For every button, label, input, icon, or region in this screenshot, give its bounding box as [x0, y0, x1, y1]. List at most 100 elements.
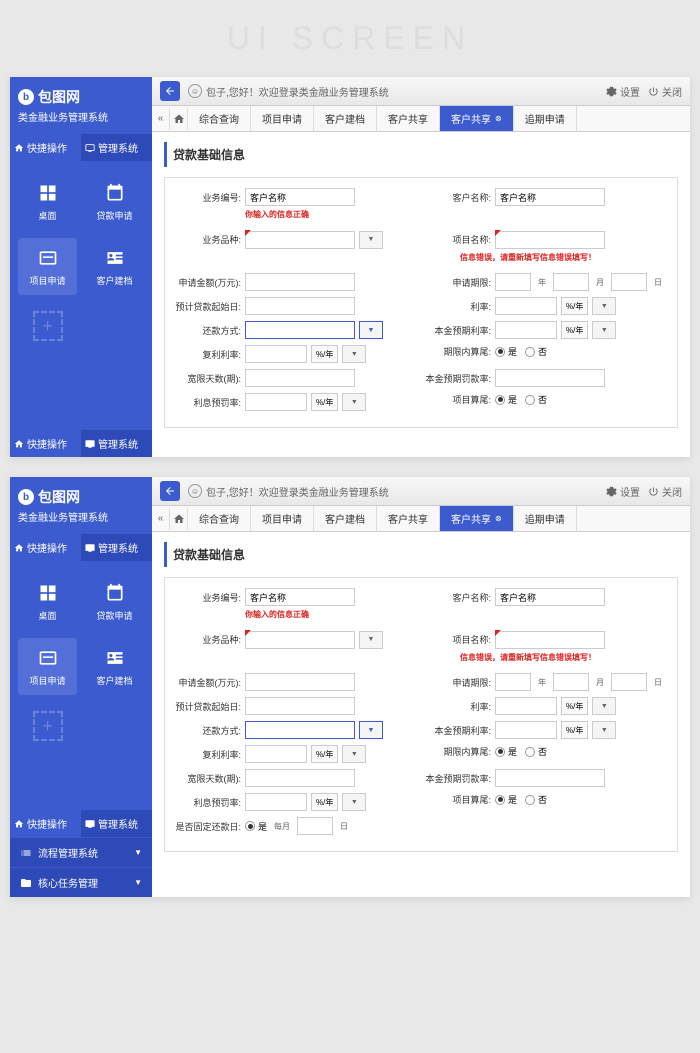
input-loan-start[interactable]: [245, 297, 355, 315]
tab-query[interactable]: 综合查询: [188, 106, 251, 131]
sidebar-tab-quick[interactable]: 快捷操作: [10, 134, 81, 161]
select-rate[interactable]: ▼: [592, 297, 616, 315]
radio-yes[interactable]: 是: [495, 793, 517, 806]
select-repay-method[interactable]: ▼: [359, 721, 383, 739]
select-repay-method[interactable]: ▼: [359, 321, 383, 339]
quick-item-desktop[interactable]: 桌面: [18, 173, 77, 230]
close-icon[interactable]: ⊗: [495, 514, 502, 523]
input-biz-no[interactable]: [245, 188, 355, 206]
sidebar-tab-quick[interactable]: 快捷操作: [10, 534, 81, 561]
input-repay-method[interactable]: [245, 321, 355, 339]
tab-client-share-active[interactable]: 客户共享 ⊗: [440, 106, 514, 131]
input-period-year[interactable]: [495, 273, 531, 291]
select-principal-rate[interactable]: ▼: [592, 721, 616, 739]
close-button[interactable]: 关闭: [648, 84, 682, 99]
radio-yes[interactable]: 是: [495, 745, 517, 758]
input-compound-rate[interactable]: [245, 345, 307, 363]
tab-project[interactable]: 项目申请: [251, 506, 314, 531]
input-period-month[interactable]: [553, 673, 589, 691]
radio-no[interactable]: 否: [525, 745, 547, 758]
input-principal-penalty[interactable]: [495, 769, 605, 787]
label-project-name: 项目名称:: [425, 633, 491, 646]
close-button[interactable]: 关闭: [648, 484, 682, 499]
sidebar-tab-manage[interactable]: 管理系统: [81, 534, 152, 561]
input-principal-rate[interactable]: [495, 721, 557, 739]
tab-client-share[interactable]: 客户共享: [377, 106, 440, 131]
select-rate[interactable]: ▼: [592, 697, 616, 715]
sidebar-tab-manage-bottom[interactable]: 管理系统: [81, 430, 152, 457]
tab-home[interactable]: [170, 108, 188, 130]
select-compound-rate[interactable]: ▼: [342, 745, 366, 763]
settings-button[interactable]: 设置: [606, 84, 640, 99]
input-apply-amount[interactable]: [245, 673, 355, 691]
sidebar-tab-manage[interactable]: 管理系统: [81, 134, 152, 161]
quick-item-project[interactable]: 项目申请: [18, 638, 77, 695]
input-principal-rate[interactable]: [495, 321, 557, 339]
select-penalty-rate[interactable]: ▼: [342, 393, 366, 411]
back-button[interactable]: [160, 481, 180, 501]
tab-query[interactable]: 综合查询: [188, 506, 251, 531]
sidebar-tab-quick-bottom[interactable]: 快捷操作: [10, 810, 81, 837]
input-biz-type[interactable]: [245, 631, 355, 649]
input-biz-no[interactable]: [245, 588, 355, 606]
input-period-day[interactable]: [611, 273, 647, 291]
tab-home[interactable]: [170, 508, 188, 530]
quick-item-client[interactable]: 客户建档: [85, 638, 144, 695]
input-biz-type[interactable]: [245, 231, 355, 249]
quick-item-client[interactable]: 客户建档: [85, 238, 144, 295]
input-period-month[interactable]: [553, 273, 589, 291]
radio-no[interactable]: 否: [525, 393, 547, 406]
tab-client-file[interactable]: 客户建档: [314, 106, 377, 131]
quick-item-loan[interactable]: 贷款申请: [85, 173, 144, 230]
input-compound-rate[interactable]: [245, 745, 307, 763]
quick-item-project[interactable]: 项目申请: [18, 238, 77, 295]
input-repay-method[interactable]: [245, 721, 355, 739]
input-rate[interactable]: [495, 297, 557, 315]
quick-item-desktop[interactable]: 桌面: [18, 573, 77, 630]
tab-overdue[interactable]: 追期申请: [514, 506, 577, 531]
radio-no[interactable]: 否: [525, 345, 547, 358]
input-grace-days[interactable]: [245, 769, 355, 787]
close-icon[interactable]: ⊗: [495, 114, 502, 123]
tab-project[interactable]: 项目申请: [251, 106, 314, 131]
quick-item-add[interactable]: +: [18, 703, 77, 749]
input-client-name[interactable]: [495, 588, 605, 606]
input-project-name[interactable]: [495, 231, 605, 249]
tab-nav-left[interactable]: «: [152, 108, 170, 130]
input-period-year[interactable]: [495, 673, 531, 691]
sidebar-tab-quick-bottom[interactable]: 快捷操作: [10, 430, 81, 457]
select-principal-rate[interactable]: ▼: [592, 321, 616, 339]
input-loan-start[interactable]: [245, 697, 355, 715]
tab-client-share-active[interactable]: 客户共享 ⊗: [440, 506, 514, 531]
input-project-name[interactable]: [495, 631, 605, 649]
input-client-name[interactable]: [495, 188, 605, 206]
tab-client-file[interactable]: 客户建档: [314, 506, 377, 531]
select-biz-type[interactable]: ▼: [359, 231, 383, 249]
back-button[interactable]: [160, 81, 180, 101]
select-penalty-rate[interactable]: ▼: [342, 793, 366, 811]
input-principal-penalty[interactable]: [495, 369, 605, 387]
select-compound-rate[interactable]: ▼: [342, 345, 366, 363]
sidebar-menu-core[interactable]: 核心任务管理 ▼: [10, 867, 152, 897]
input-period-day[interactable]: [611, 673, 647, 691]
settings-button[interactable]: 设置: [606, 484, 640, 499]
quick-item-add[interactable]: +: [18, 303, 77, 349]
tab-nav-left[interactable]: «: [152, 508, 170, 530]
input-fixed-day[interactable]: [297, 817, 333, 835]
radio-no[interactable]: 否: [525, 793, 547, 806]
tab-overdue[interactable]: 追期申请: [514, 106, 577, 131]
radio-fixed-yes[interactable]: 是: [245, 820, 267, 833]
input-penalty-rate[interactable]: [245, 393, 307, 411]
input-penalty-rate[interactable]: [245, 793, 307, 811]
tab-client-share[interactable]: 客户共享: [377, 506, 440, 531]
quick-item-loan[interactable]: 贷款申请: [85, 573, 144, 630]
select-biz-type[interactable]: ▼: [359, 631, 383, 649]
sidebar-menu-process[interactable]: 流程管理系统 ▼: [10, 837, 152, 867]
sidebar-tab-manage-bottom[interactable]: 管理系统: [81, 810, 152, 837]
label-biz-no: 业务编号:: [175, 591, 241, 604]
radio-yes[interactable]: 是: [495, 345, 517, 358]
input-rate[interactable]: [495, 697, 557, 715]
input-apply-amount[interactable]: [245, 273, 355, 291]
input-grace-days[interactable]: [245, 369, 355, 387]
radio-yes[interactable]: 是: [495, 393, 517, 406]
